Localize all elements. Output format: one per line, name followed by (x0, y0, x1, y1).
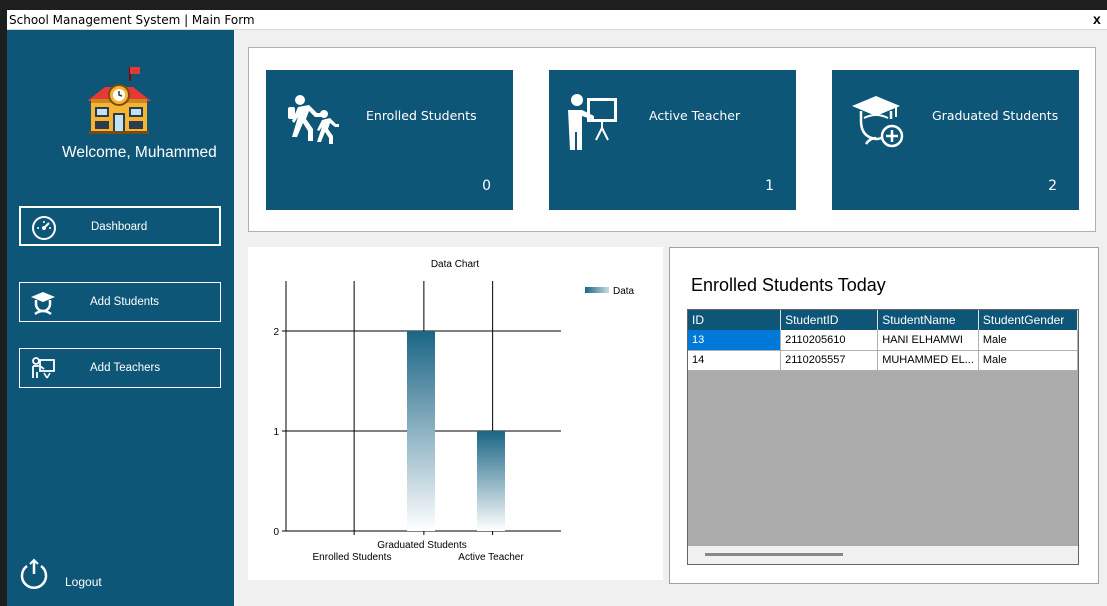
teacher-icon (32, 357, 55, 379)
column-header-studentid[interactable]: StudentID (780, 310, 879, 330)
main-area: Enrolled Students 0 Active Teacher 1 Gra… (234, 30, 1107, 606)
horizontal-scrollbar[interactable] (688, 546, 1078, 564)
table-row[interactable]: 14 2110205557 MUHAMMED EL... Male (688, 350, 1078, 371)
welcome-text: Welcome, Muhammed (62, 144, 217, 161)
legend-swatch (585, 287, 609, 293)
dashboard-label: Dashboard (91, 221, 148, 233)
x-tick-label: Graduated Students (377, 540, 467, 551)
cell-studentgender[interactable]: Male (978, 330, 1078, 351)
sidebar: Welcome, Muhammed Dashboard Add Students… (7, 30, 234, 606)
card-enrolled-students[interactable]: Enrolled Students 0 (266, 70, 513, 210)
school-icon (87, 67, 151, 134)
bar (477, 431, 505, 531)
card-enrolled-students-value: 0 (482, 178, 491, 194)
cell-studentid[interactable]: 2110205557 (780, 350, 879, 371)
y-tick-label: 0 (273, 527, 279, 538)
cell-studentname[interactable]: HANI ELHAMWI (877, 330, 979, 351)
walking-students-icon (288, 95, 339, 144)
card-active-teacher-value: 1 (765, 178, 774, 194)
cell-studentid[interactable]: 2110205610 (780, 330, 879, 351)
teacher-board-icon (568, 94, 617, 150)
student-icon (31, 292, 55, 316)
x-tick-label: Enrolled Students (313, 552, 392, 563)
card-active-teacher-label: Active Teacher (649, 108, 741, 123)
card-active-teacher[interactable]: Active Teacher 1 (549, 70, 796, 210)
enrolled-today-panel: Enrolled Students Today ID StudentID Stu… (669, 247, 1099, 584)
table-row[interactable]: 13 2110205610 HANI ELHAMWI Male (688, 330, 1078, 351)
grid-title: Enrolled Students Today (691, 275, 886, 295)
add-teachers-label: Add Teachers (90, 362, 161, 374)
y-tick-label: 1 (273, 427, 279, 438)
students-grid[interactable]: ID StudentID StudentName StudentGender 1… (687, 309, 1079, 565)
close-button[interactable]: x (1093, 10, 1107, 30)
x-tick-label: Active Teacher (458, 552, 524, 563)
bar (407, 331, 435, 531)
cell-id[interactable]: 14 (688, 350, 782, 371)
data-chart-panel: Data Chart 0 1 2 Enrolled Students Graduated … (248, 247, 663, 580)
title-bar: School Management System | Main Form x (7, 10, 1107, 30)
chart-title: Data Chart (431, 259, 480, 270)
cell-studentgender[interactable]: Male (978, 350, 1078, 371)
power-icon (20, 558, 48, 589)
dashboard-button[interactable]: Dashboard (19, 206, 221, 246)
logout-button[interactable]: Logout (17, 558, 137, 598)
window-title: School Management System | Main Form (9, 13, 255, 27)
grid-header-row: ID StudentID StudentName StudentGender (688, 310, 1078, 330)
stats-panel: Enrolled Students 0 Active Teacher 1 Gra… (248, 47, 1096, 232)
cell-id[interactable]: 13 (688, 330, 782, 351)
column-header-studentgender[interactable]: StudentGender (978, 310, 1078, 330)
column-header-studentname[interactable]: StudentName (877, 310, 979, 330)
logout-label: Logout (65, 575, 102, 589)
column-header-id[interactable]: ID (688, 310, 782, 330)
scrollbar-thumb[interactable] (705, 553, 843, 556)
card-graduated-students-label: Graduated Students (932, 108, 1059, 123)
graduate-cap-icon (852, 96, 904, 148)
speedometer-icon (32, 216, 56, 240)
legend-label: Data (613, 286, 635, 297)
add-teachers-button[interactable]: Add Teachers (19, 348, 221, 388)
card-graduated-students-value: 2 (1048, 178, 1057, 194)
cell-studentname[interactable]: MUHAMMED EL... (877, 350, 979, 371)
add-students-label: Add Students (90, 296, 160, 308)
card-graduated-students[interactable]: Graduated Students 2 (832, 70, 1079, 210)
add-students-button[interactable]: Add Students (19, 282, 221, 322)
data-chart: Data Chart 0 1 2 Enrolled StudentsGraduated … (273, 259, 635, 563)
y-tick-label: 2 (273, 327, 279, 338)
card-enrolled-students-label: Enrolled Students (366, 108, 477, 123)
